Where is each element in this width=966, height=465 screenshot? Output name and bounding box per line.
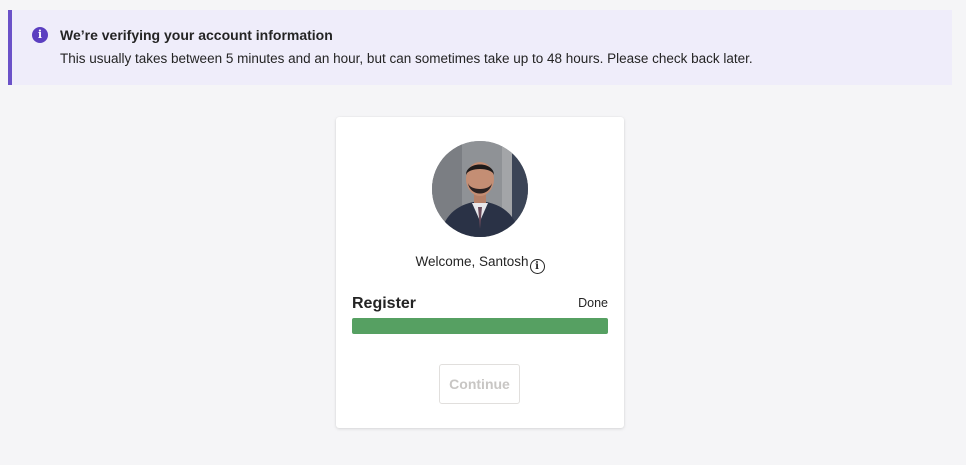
account-card: Welcome, Santosh i Register Done Continue xyxy=(336,117,624,428)
welcome-message: Welcome, Santosh i xyxy=(336,254,624,274)
continue-button[interactable]: Continue xyxy=(439,364,520,404)
step-status: Done xyxy=(578,296,608,310)
step-label: Register xyxy=(352,295,417,312)
info-icon: i xyxy=(32,27,48,43)
verification-banner: i We’re verifying your account informati… xyxy=(8,10,952,85)
banner-message: This usually takes between 5 minutes and… xyxy=(60,51,753,66)
welcome-text: Welcome, Santosh xyxy=(415,254,529,269)
info-icon[interactable]: i xyxy=(529,259,545,274)
progress-bar-fill xyxy=(352,318,608,334)
avatar xyxy=(432,141,528,237)
progress-bar xyxy=(352,318,608,334)
banner-title: We’re verifying your account information xyxy=(60,27,333,43)
avatar-photo xyxy=(432,141,528,237)
